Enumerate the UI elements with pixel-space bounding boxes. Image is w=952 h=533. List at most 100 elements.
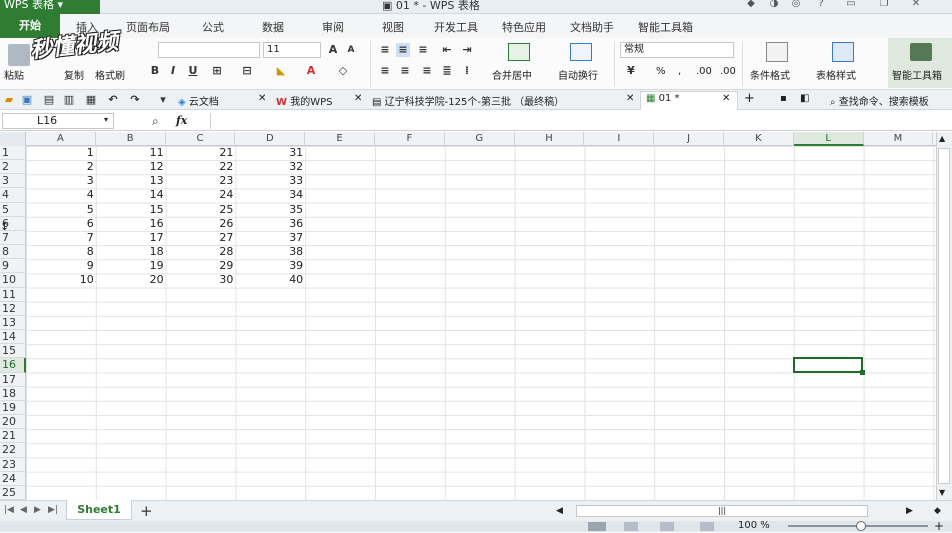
font-name-combo[interactable]: [158, 42, 260, 58]
cell-A6[interactable]: 6: [26, 217, 96, 231]
cell-D9[interactable]: 39: [235, 259, 305, 273]
border-icon[interactable]: ⊞: [210, 64, 224, 78]
row-header-15[interactable]: 15: [0, 344, 26, 359]
font-color-icon[interactable]: A: [304, 64, 318, 78]
cell-A4[interactable]: 4: [26, 188, 96, 202]
table-style-icon[interactable]: [832, 42, 854, 62]
zoom-slider-thumb[interactable]: [856, 521, 866, 531]
cell-C8[interactable]: 28: [166, 245, 236, 259]
minimize-ribbon-icon[interactable]: ◧: [800, 93, 809, 104]
zoom-in-icon[interactable]: +: [934, 519, 944, 533]
italic-icon[interactable]: I: [166, 64, 180, 78]
row-header-11[interactable]: 11: [0, 287, 26, 302]
copy-button[interactable]: 复制: [64, 67, 84, 82]
cell-B6[interactable]: 16: [96, 217, 166, 231]
customize-toolbar-icon[interactable]: ▾: [156, 93, 170, 107]
font-size-combo[interactable]: 11: [263, 42, 321, 58]
cell-C2[interactable]: 22: [166, 160, 236, 174]
skin-icon[interactable]: ◆: [745, 0, 757, 10]
indent-increase-icon[interactable]: ⇥: [460, 43, 474, 57]
selected-cell-L16[interactable]: [793, 357, 863, 373]
row-header-2[interactable]: 2: [0, 160, 26, 175]
print-icon[interactable]: ▥: [62, 93, 76, 107]
column-header-C[interactable]: C: [166, 132, 236, 146]
row-header-23[interactable]: 23: [0, 457, 26, 472]
cell-C1[interactable]: 21: [166, 146, 236, 160]
column-header-G[interactable]: G: [445, 132, 515, 146]
feedback-icon[interactable]: ◑: [768, 0, 780, 10]
cell-D10[interactable]: 40: [235, 273, 305, 287]
paste-icon[interactable]: [8, 44, 30, 66]
row-header-10[interactable]: 10: [0, 273, 26, 288]
scroll-down-icon[interactable]: ▼: [939, 488, 945, 497]
cell-B7[interactable]: 17: [96, 231, 166, 245]
column-header-B[interactable]: B: [96, 132, 166, 146]
row-header-17[interactable]: 17: [0, 372, 26, 387]
conditional-format-button[interactable]: 条件格式: [750, 67, 790, 82]
toolbox-icon[interactable]: [910, 43, 932, 61]
cell-B1[interactable]: 11: [96, 146, 166, 160]
tab-review[interactable]: 审阅: [322, 19, 344, 35]
align-top-icon[interactable]: ≡: [378, 43, 392, 57]
column-header-L[interactable]: L: [793, 132, 864, 146]
close-my-wps-icon[interactable]: ✕: [354, 93, 362, 104]
app-menu-button[interactable]: WPS 表格 ▾: [0, 0, 100, 14]
cell-C7[interactable]: 27: [166, 231, 236, 245]
close-doc-01-icon[interactable]: ✕: [722, 93, 730, 104]
indent-decrease-icon[interactable]: ⇤: [440, 43, 454, 57]
row-header-16[interactable]: 16: [0, 358, 26, 373]
page-break-view-icon[interactable]: [660, 522, 674, 531]
cell-C3[interactable]: 23: [166, 174, 236, 188]
column-header-F[interactable]: F: [375, 132, 445, 146]
cell-A9[interactable]: 9: [26, 259, 96, 273]
column-header-J[interactable]: J: [654, 132, 724, 146]
cell-B10[interactable]: 20: [96, 273, 166, 287]
conditional-format-icon[interactable]: [766, 42, 788, 62]
formula-input[interactable]: [210, 113, 950, 129]
cell-B2[interactable]: 12: [96, 160, 166, 174]
bold-icon[interactable]: B: [148, 64, 162, 78]
scroll-up-icon[interactable]: ▲: [939, 134, 945, 143]
restore-icon[interactable]: ❐: [878, 0, 890, 10]
row-header-4[interactable]: 4: [0, 188, 26, 203]
tab-special[interactable]: 特色应用: [502, 19, 546, 35]
insert-function-button[interactable]: fx: [176, 114, 187, 127]
merge-center-button[interactable]: 合并居中: [492, 67, 532, 82]
row-header-22[interactable]: 22: [0, 443, 26, 458]
cell-C6[interactable]: 26: [166, 217, 236, 231]
cell-D2[interactable]: 32: [235, 160, 305, 174]
align-left-icon[interactable]: ≡: [378, 64, 392, 78]
row-header-1[interactable]: 1: [0, 146, 26, 161]
cell-C9[interactable]: 29: [166, 259, 236, 273]
save-icon[interactable]: ▣: [20, 93, 34, 107]
scroll-left-icon[interactable]: ◀: [556, 506, 563, 516]
smart-toolbox-button[interactable]: 智能工具箱: [892, 67, 942, 82]
currency-icon[interactable]: ¥: [624, 64, 638, 78]
cell-D5[interactable]: 35: [235, 203, 305, 217]
cell-B3[interactable]: 13: [96, 174, 166, 188]
increase-decimal-button[interactable]: .00: [696, 66, 712, 77]
cell-A3[interactable]: 3: [26, 174, 96, 188]
cell-B9[interactable]: 19: [96, 259, 166, 273]
preview-icon[interactable]: ▦: [84, 93, 98, 107]
cell-A5[interactable]: 5: [26, 203, 96, 217]
prev-sheet-icon[interactable]: ◀: [20, 505, 27, 515]
name-box[interactable]: L16: [2, 113, 114, 129]
cell-D7[interactable]: 37: [235, 231, 305, 245]
decrease-decimal-button[interactable]: .00: [720, 66, 736, 77]
merge-border-icon[interactable]: ⊟: [240, 64, 254, 78]
underline-icon[interactable]: U: [186, 64, 200, 78]
cell-C5[interactable]: 25: [166, 203, 236, 217]
paste-button[interactable]: 粘贴: [4, 67, 24, 82]
first-sheet-icon[interactable]: |◀: [4, 505, 14, 515]
tab-doc-assistant[interactable]: 文档助手: [570, 19, 614, 35]
cell-B4[interactable]: 14: [96, 188, 166, 202]
tab-doc-liaoning[interactable]: ▤ 辽宁科技学院-125个-第三批 （最终稿）: [372, 93, 564, 108]
cell-B5[interactable]: 15: [96, 203, 166, 217]
help-icon[interactable]: ?: [815, 0, 827, 10]
row-header-19[interactable]: 19: [0, 400, 26, 416]
cell-D6[interactable]: 36: [235, 217, 305, 231]
reading-mode-icon[interactable]: [700, 522, 714, 531]
column-header-I[interactable]: I: [584, 132, 655, 146]
align-bottom-icon[interactable]: ≡: [416, 43, 430, 57]
